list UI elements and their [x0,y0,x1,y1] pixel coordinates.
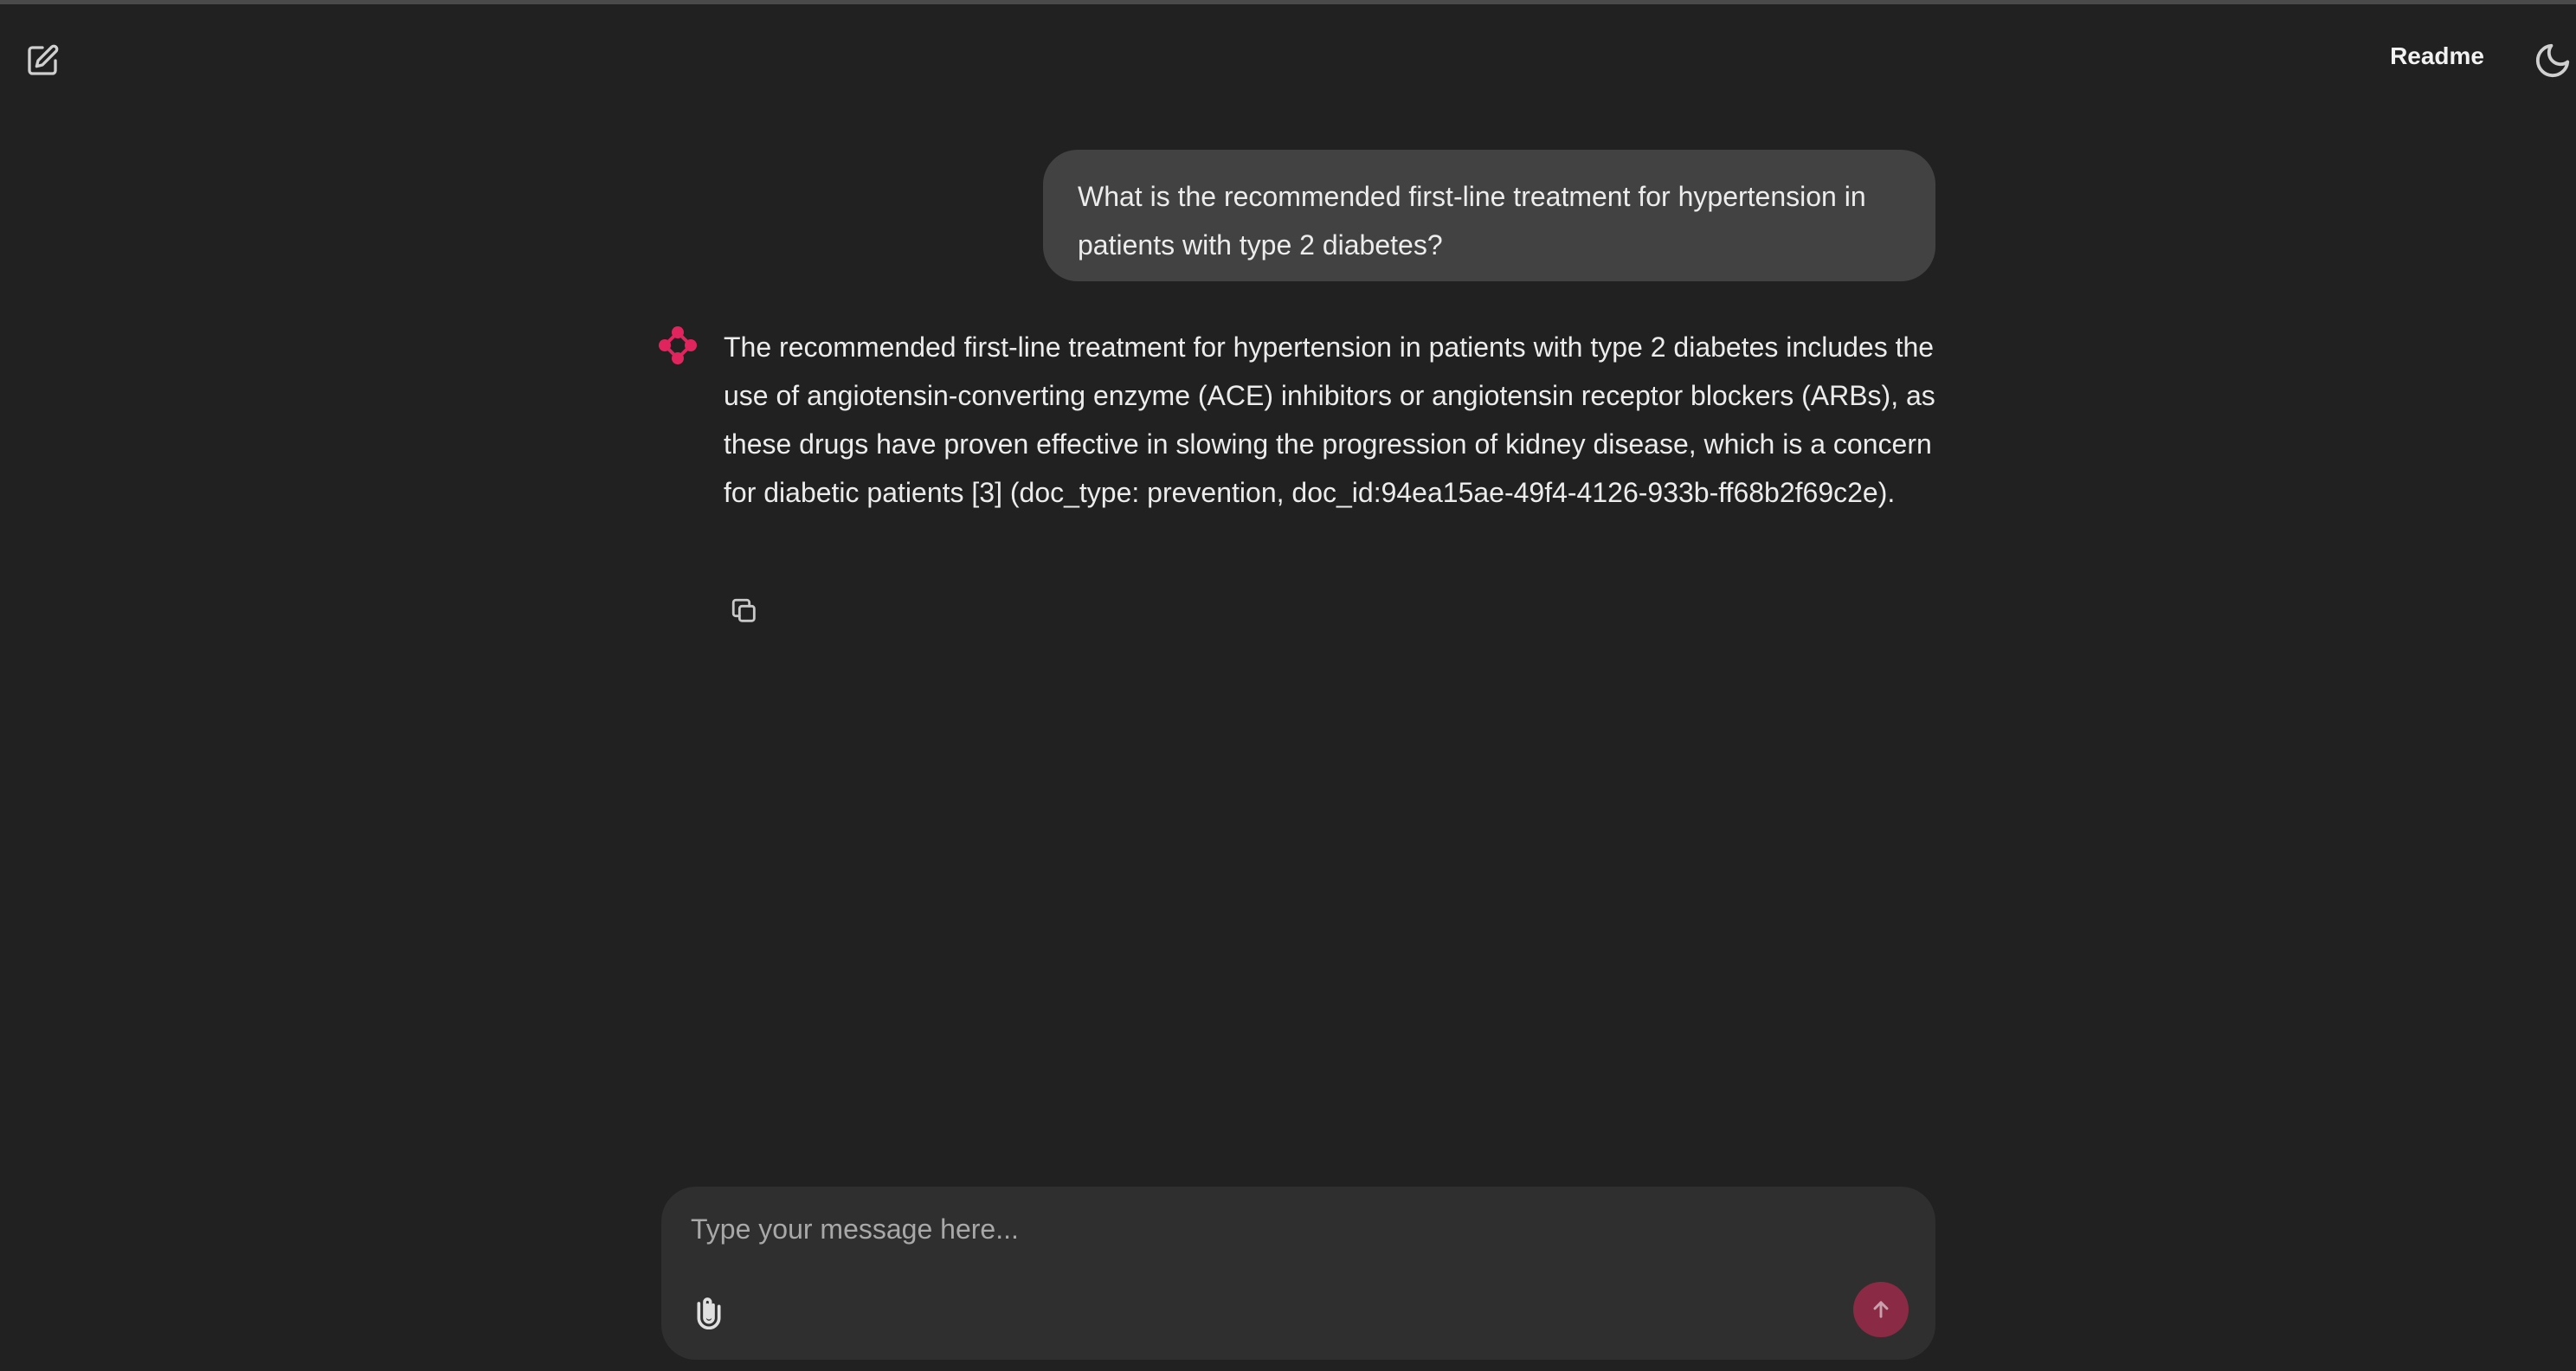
edit-square-icon [28,44,59,75]
copy-icon [731,598,756,622]
message-composer [661,1187,1935,1360]
arrow-up-icon [1873,1301,1889,1318]
paperclip-icon [697,1297,721,1329]
moon-icon [2535,43,2570,78]
assistant-logo-icon [658,325,698,365]
copy-message-button[interactable] [727,594,762,628]
readme-button[interactable]: Readme [2390,42,2484,70]
header: Readme [0,4,2576,108]
send-button[interactable] [1853,1282,1909,1337]
message-input[interactable] [689,1206,1904,1252]
assistant-message: The recommended first-line treatment for… [724,331,1935,508]
new-chat-button[interactable] [19,37,66,84]
attach-file-button[interactable] [687,1291,731,1334]
user-message-bubble: What is the recommended first-line treat… [1043,150,1935,281]
theme-toggle-button[interactable] [2533,41,2576,84]
